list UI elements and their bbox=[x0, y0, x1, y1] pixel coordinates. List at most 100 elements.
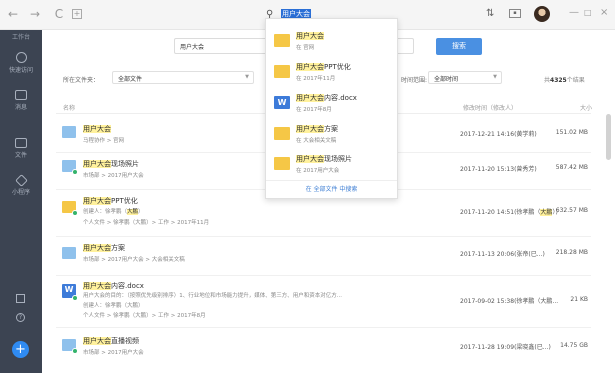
time-select[interactable]: 全部时间 ▼ bbox=[428, 71, 502, 84]
time-select-value: 全部时间 bbox=[434, 76, 459, 83]
sidebar-title: 工作台 bbox=[11, 34, 30, 41]
transfer-icon[interactable]: ⇅ bbox=[486, 8, 494, 20]
row-path[interactable]: 马程协作 > 官网 bbox=[83, 136, 124, 144]
chevron-down-icon: ▼ bbox=[493, 74, 497, 80]
maximize-icon[interactable]: □ bbox=[584, 7, 592, 19]
location-select-value: 全部文件 bbox=[118, 76, 143, 83]
folder-icon bbox=[274, 65, 290, 78]
row-title[interactable]: 用户大会内容.docx bbox=[83, 281, 144, 291]
row-size: 21 KB bbox=[570, 296, 588, 303]
avatar[interactable] bbox=[534, 6, 550, 22]
shared-badge-icon bbox=[72, 210, 78, 216]
folder-icon bbox=[62, 126, 76, 138]
search-input-value: 用户大会 bbox=[180, 44, 205, 51]
row-title[interactable]: 用户大会现场照片 bbox=[83, 159, 139, 169]
folder-icon bbox=[274, 157, 290, 170]
folder-icon bbox=[15, 138, 27, 148]
suggestion-title: 用户大会PPT优化 bbox=[296, 63, 351, 71]
clock-icon bbox=[15, 52, 27, 63]
column-size[interactable]: 大小 bbox=[580, 103, 592, 112]
sidebar-item-label: 快速访问 bbox=[8, 67, 33, 74]
row-size: 632.57 MB bbox=[555, 207, 588, 214]
back-arrow-icon[interactable]: ← bbox=[6, 7, 20, 21]
row-divider bbox=[56, 275, 591, 276]
row-size: 14.75 GB bbox=[560, 342, 588, 349]
search-all-files-link[interactable]: 在 全部文件 中搜索 bbox=[266, 184, 397, 193]
shared-badge-icon bbox=[72, 348, 78, 354]
row-path[interactable]: 市场部 > 2017用户大会 bbox=[83, 348, 144, 356]
add-button[interactable]: + bbox=[12, 341, 29, 358]
suggestion-path: 在 2017年8月 bbox=[296, 107, 332, 113]
sidebar-item-message[interactable]: 消息 bbox=[0, 90, 42, 111]
suggestion-title: 用户大会 bbox=[296, 32, 324, 40]
row-path[interactable]: 市场部 > 2017用户大会 > 大会相关文稿 bbox=[83, 255, 185, 263]
refresh-icon[interactable]: C bbox=[52, 7, 66, 21]
row-creator: 创建人：徐孝鹏（大鹏） bbox=[83, 303, 144, 309]
row-date: 2017-09-02 15:38(徐孝鹏（大鹏... bbox=[460, 298, 559, 305]
shared-badge-icon bbox=[72, 295, 78, 301]
new-window-icon[interactable]: + bbox=[72, 9, 82, 19]
sidebar-item-label: 文件 bbox=[14, 152, 27, 159]
suggestion-item[interactable]: 用户大会PPT优化 在 2017年11月 bbox=[266, 56, 397, 88]
folder-icon bbox=[274, 34, 290, 47]
suggestion-path: 在 2017年11月 bbox=[296, 76, 336, 82]
suggestion-item[interactable]: W 用户大会内容.docx 在 2017年8月 bbox=[266, 87, 397, 119]
cube-icon bbox=[14, 174, 28, 187]
phone-icon[interactable] bbox=[16, 294, 25, 303]
sidebar: 工作台 快速访问 消息 文件 小程序 ? + bbox=[0, 30, 42, 373]
row-title[interactable]: 用户大会 bbox=[83, 124, 111, 134]
search-suggestions-dropdown: 用户大会 在 官网 用户大会PPT优化 在 2017年11月 W 用户大会内容.… bbox=[265, 18, 398, 199]
row-title[interactable]: 用户大会PPT优化 bbox=[83, 196, 138, 206]
screen-icon[interactable]: ▪ bbox=[509, 9, 521, 18]
row-date: 2017-11-13 20:06(张帝(已...) bbox=[460, 251, 545, 258]
row-size: 151.02 MB bbox=[555, 129, 588, 136]
row-path[interactable]: 个人文件 > 徐孝鹏（大鹏）> 工作 > 2017年8月 bbox=[83, 311, 206, 319]
suggestion-path: 在 官网 bbox=[296, 45, 315, 51]
word-doc-icon: W bbox=[274, 96, 290, 109]
column-modified[interactable]: 修改时间（修改人） bbox=[463, 103, 517, 112]
location-select[interactable]: 全部文件 ▼ bbox=[112, 71, 254, 84]
row-path[interactable]: 市场部 > 2017用户大会 bbox=[83, 171, 144, 179]
suggestion-path: 在 2017用户大会 bbox=[296, 168, 340, 174]
help-icon[interactable]: ? bbox=[16, 313, 25, 322]
table-row[interactable]: 用户大会方案 市场部 > 2017用户大会 > 大会相关文稿 2017-11-1… bbox=[56, 240, 591, 277]
folder-icon bbox=[274, 127, 290, 140]
row-date: 2017-12-21 14:16(黄学莉) bbox=[460, 131, 537, 138]
search-button[interactable]: 搜索 bbox=[436, 38, 482, 55]
suggestion-item[interactable]: 用户大会 在 官网 bbox=[266, 25, 397, 57]
dropdown-divider bbox=[266, 180, 397, 181]
message-icon bbox=[15, 90, 27, 100]
suggestion-item[interactable]: 用户大会现场照片 在 2017用户大会 bbox=[266, 148, 397, 180]
table-row[interactable]: W 用户大会内容.docx 用户大会的目的：（按照优先级别排序）1、行业地位和市… bbox=[56, 279, 591, 319]
row-date: 2017-11-20 15:13(曾秀芳) bbox=[460, 166, 537, 173]
row-size: 587.42 MB bbox=[555, 164, 588, 171]
chevron-down-icon: ▼ bbox=[245, 74, 249, 80]
result-count: 共4325个结果 bbox=[544, 77, 585, 84]
shared-badge-icon bbox=[72, 169, 78, 175]
row-date: 2017-11-28 19:09(梁晓鑫(已...) bbox=[460, 344, 551, 351]
location-filter-label: 所在文件夹： bbox=[63, 77, 100, 84]
suggestion-title: 用户大会现场照片 bbox=[296, 155, 352, 163]
row-path[interactable]: 个人文件 > 徐孝鹏（大鹏）> 工作 > 2017年11月 bbox=[83, 218, 209, 226]
scrollbar[interactable] bbox=[606, 114, 611, 160]
time-filter-label: 时间范围: bbox=[401, 77, 428, 84]
sidebar-item-quick-access[interactable]: 快速访问 bbox=[0, 52, 42, 74]
folder-icon bbox=[62, 247, 76, 259]
sidebar-item-label: 小程序 bbox=[11, 189, 30, 196]
table-row[interactable]: 用户大会直播视频 市场部 > 2017用户大会 2017-11-28 19:09… bbox=[56, 332, 591, 369]
row-divider bbox=[56, 236, 591, 237]
close-icon[interactable]: × bbox=[600, 7, 608, 19]
forward-arrow-icon[interactable]: → bbox=[28, 7, 42, 21]
row-title[interactable]: 用户大会方案 bbox=[83, 243, 125, 253]
minimize-icon[interactable]: — bbox=[569, 7, 579, 19]
row-creator: 创建人：徐孝鹏（大鹏） bbox=[83, 209, 144, 215]
sidebar-item-label: 消息 bbox=[14, 104, 27, 111]
row-divider bbox=[56, 327, 591, 328]
suggestion-title: 用户大会内容.docx bbox=[296, 94, 357, 102]
column-name[interactable]: 名称 bbox=[63, 103, 75, 112]
sidebar-item-files[interactable]: 文件 bbox=[0, 138, 42, 159]
suggestion-item[interactable]: 用户大会方案 在 大会相关文稿 bbox=[266, 118, 397, 150]
row-title[interactable]: 用户大会直播视频 bbox=[83, 336, 139, 346]
sidebar-item-mini-program[interactable]: 小程序 bbox=[0, 174, 42, 196]
row-size: 218.28 MB bbox=[555, 249, 588, 256]
